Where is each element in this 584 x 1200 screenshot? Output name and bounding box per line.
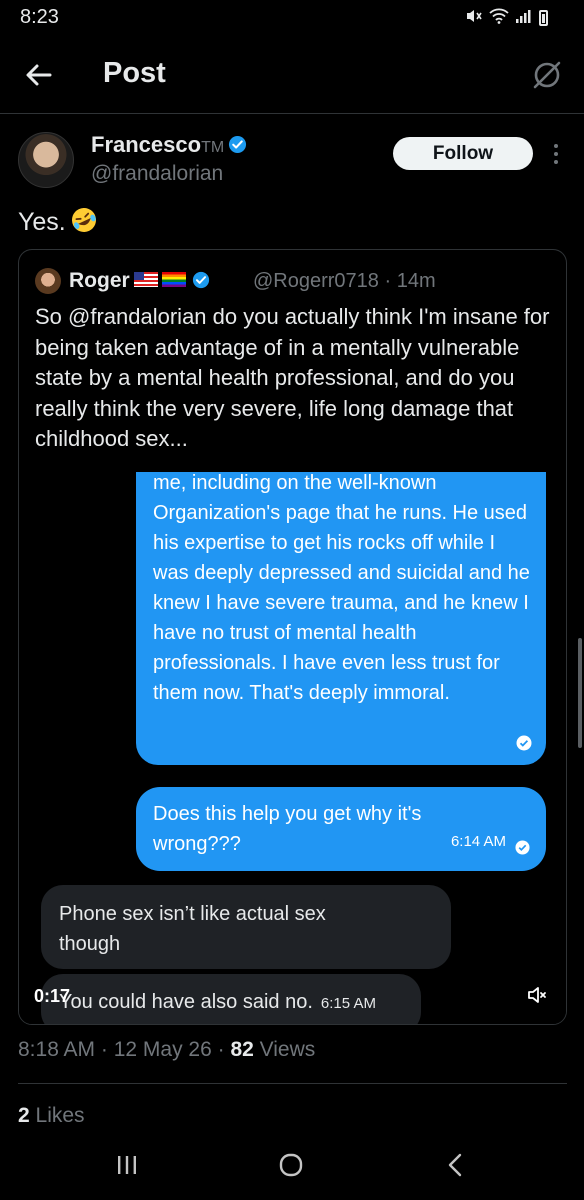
rolling-laughing-emoji-icon [71, 208, 96, 232]
chat-bubble-incoming: Phone sex isn’t like actual sex though [41, 885, 451, 969]
author-name[interactable]: FrancescoTM [91, 132, 247, 158]
author-handle[interactable]: @frandalorian [91, 162, 223, 186]
post-timestamp: 8:18 AM · 12 May 26 · [18, 1038, 231, 1061]
likes-label: Likes [29, 1104, 85, 1127]
chat-bubble-time: 6:14 AM [450, 833, 506, 850]
quote-author-avatar [35, 268, 61, 294]
page-title: Post [103, 57, 166, 89]
signal-icon [515, 8, 533, 27]
quote-author-name: Roger [69, 269, 210, 293]
verified-badge-icon [229, 135, 247, 154]
divider [18, 1083, 567, 1084]
author-tm: TM [201, 139, 225, 156]
author-name-text: Francesco [91, 132, 202, 157]
status-time: 8:23 [20, 6, 59, 28]
post-text-content: Yes. [18, 208, 66, 236]
chat-bubble-incoming-text: You could have also said no. [59, 991, 313, 1013]
recents-icon[interactable] [116, 1154, 138, 1176]
battery-icon [539, 9, 548, 26]
quote-verified-badge-icon [192, 271, 209, 289]
quote-handle-time: @Rogerr0718 · 14m [253, 270, 436, 292]
likes-stat[interactable]: 2 Likes [18, 1104, 85, 1128]
volume-muted-icon[interactable] [526, 984, 548, 1006]
top-app-bar: Post [0, 36, 584, 114]
read-receipt-icon [516, 735, 532, 751]
views-count: 82 [230, 1038, 254, 1061]
system-nav-bar [0, 1140, 584, 1200]
scrollbar[interactable] [578, 638, 582, 748]
quote-media-video[interactable]: me, including on the well-known Organiza… [19, 472, 566, 1024]
us-flag-icon [133, 272, 158, 287]
quote-author-name-text: Roger [69, 269, 130, 292]
grok-icon[interactable] [530, 58, 564, 92]
post-text: Yes. [18, 206, 98, 237]
video-duration: 0:17 [34, 986, 71, 1006]
chat-bubble-outgoing-text: me, including on the well-known Organiza… [153, 472, 530, 704]
chat-bubble-outgoing: me, including on the well-known Organiza… [136, 472, 546, 765]
author-avatar[interactable] [18, 132, 74, 188]
post-timestamp-views: 8:18 AM · 12 May 26 · 82 Views [18, 1038, 315, 1062]
wifi-icon [489, 8, 509, 27]
likes-count: 2 [18, 1104, 30, 1127]
back-arrow-icon[interactable] [22, 58, 56, 92]
status-bar: 8:23 [0, 0, 584, 36]
quote-text: So @frandalorian do you actually think I… [35, 304, 550, 451]
chat-bubble-outgoing-text: Does this help you get why it's wrong??? [153, 803, 422, 855]
quoted-post[interactable]: Roger @Rogerr0718 · 14m So @frandalorian… [18, 249, 567, 1025]
home-icon[interactable] [279, 1153, 303, 1177]
follow-button[interactable]: Follow [393, 137, 533, 170]
nav-back-icon[interactable] [445, 1153, 465, 1177]
more-options-icon[interactable] [552, 142, 560, 166]
views-label: Views [253, 1038, 316, 1061]
status-icons [465, 8, 548, 27]
chat-bubble-incoming: You could have also said no. 6:15 AM [41, 974, 421, 1024]
read-receipt-icon [515, 840, 530, 855]
chat-bubble-outgoing: Does this help you get why it's wrong???… [136, 787, 546, 871]
chat-bubble-incoming-text: Phone sex isn’t like actual sex though [59, 903, 326, 955]
rainbow-flag-icon [161, 272, 186, 287]
chat-bubble-time: 6:15 AM [320, 995, 376, 1012]
mute-status-icon [465, 8, 483, 27]
